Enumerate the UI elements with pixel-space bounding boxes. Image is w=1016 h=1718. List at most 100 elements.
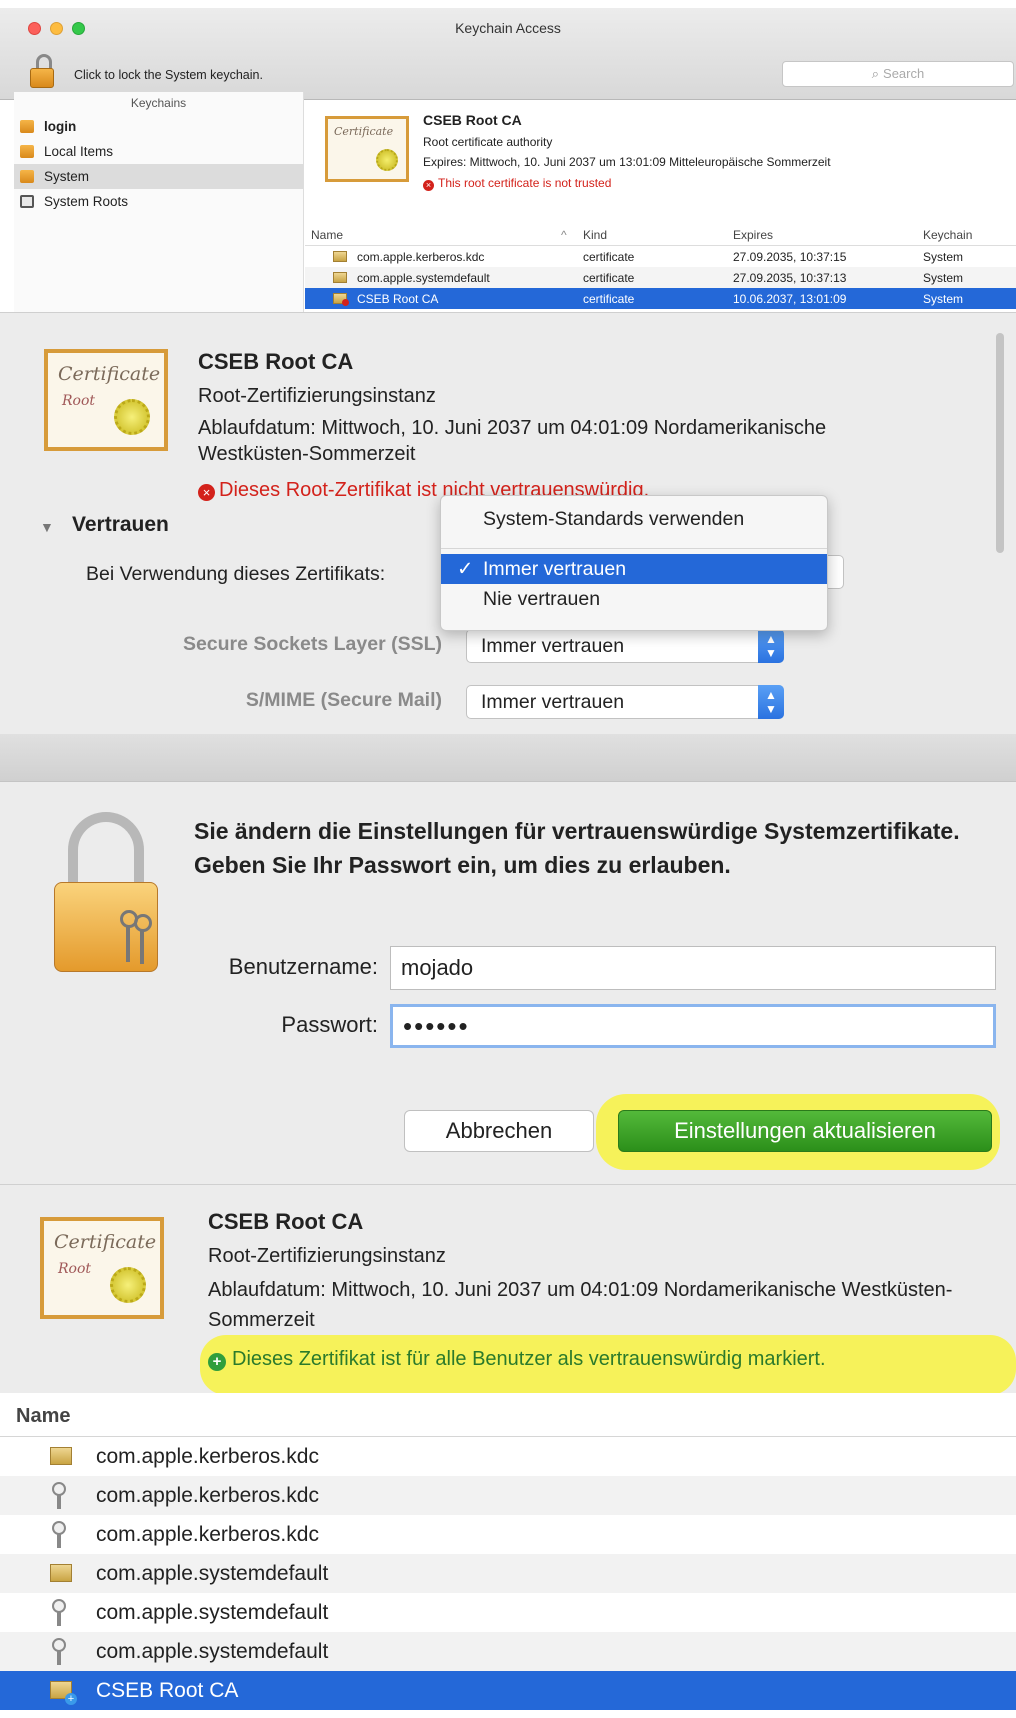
- menu-item-always-trust[interactable]: ✓ Immer vertrauen: [441, 554, 827, 584]
- certificate-script-root: Root: [62, 393, 96, 409]
- search-input[interactable]: ⌕ Search: [782, 61, 1014, 87]
- list-item[interactable]: com.apple.systemdefault: [0, 1632, 1016, 1671]
- certificate-title: CSEB Root CA: [423, 112, 522, 128]
- certificates-list: com.apple.kerberos.kdc com.apple.kerbero…: [0, 1437, 1016, 1710]
- lock-keychain-icon[interactable]: [30, 54, 54, 90]
- column-header-expires[interactable]: Expires: [733, 228, 773, 242]
- keychains-sidebar: Keychains login Local Items System Syste…: [14, 92, 304, 312]
- certificate-expires: Expires: Mittwoch, 10. Juni 2037 um 13:0…: [423, 155, 831, 169]
- list-item-label: com.apple.systemdefault: [96, 1601, 329, 1624]
- column-header-kind[interactable]: Kind: [583, 228, 607, 242]
- list-item[interactable]: com.apple.kerberos.kdc: [0, 1437, 1016, 1476]
- keychains-header: Keychains: [130, 96, 187, 110]
- popup-arrows-icon: ▲ ▼: [758, 685, 784, 719]
- cell-kind: certificate: [583, 292, 635, 306]
- error-icon: ×: [198, 484, 215, 501]
- sidebar-item-local-items[interactable]: Local Items: [14, 139, 303, 164]
- certificate-summary: Certificate CSEB Root CA Root certificat…: [305, 100, 1016, 224]
- certificate-icon: Certificate: [325, 116, 409, 182]
- smime-popup-value: Immer vertrauen: [481, 691, 625, 713]
- sidebar-item-label: System Roots: [44, 194, 129, 209]
- cell-expires: 10.06.2037, 13:01:09: [733, 292, 847, 306]
- column-header-keychain[interactable]: Keychain: [923, 228, 972, 242]
- cell-keychain: System: [923, 292, 964, 306]
- list-item-label: com.apple.systemdefault: [96, 1640, 329, 1663]
- menu-item-never-trust[interactable]: Nie vertrauen: [441, 584, 827, 614]
- menu-separator: [441, 548, 827, 549]
- certificate-icon: [50, 1447, 72, 1465]
- sidebar-item-login[interactable]: login: [14, 114, 303, 139]
- table-row[interactable]: com.apple.systemdefault certificate 27.0…: [305, 267, 1016, 288]
- key-icon: [52, 1599, 66, 1627]
- table-row[interactable]: com.apple.kerberos.kdc certificate 27.09…: [305, 246, 1016, 267]
- password-dialog: Sie ändern die Einstellungen für vertrau…: [0, 734, 1016, 1184]
- certificate-plus-icon: [50, 1681, 77, 1705]
- key-icon: [52, 1638, 66, 1666]
- certificate-icon: Certificate Root: [40, 1217, 164, 1319]
- certificates-table: Name ^ Kind Expires Keychain com.apple.k…: [305, 224, 1016, 309]
- certificate-warning: × This root certificate is not trusted: [423, 176, 611, 191]
- table-row-selected[interactable]: CSEB Root CA certificate 10.06.2037, 13:…: [305, 288, 1016, 309]
- list-item[interactable]: com.apple.kerberos.kdc: [0, 1476, 1016, 1515]
- title-bar: Keychain Access Click to lock the System…: [0, 8, 1016, 100]
- search-placeholder: Search: [883, 66, 925, 81]
- certificate-subtitle: Root-Zertifizierungsinstanz: [198, 385, 436, 407]
- smime-popup[interactable]: Immer vertrauen ▲ ▼: [466, 685, 784, 719]
- cell-expires: 27.09.2035, 10:37:13: [733, 271, 847, 285]
- checkmark-icon: ✓: [457, 558, 474, 580]
- trust-section-heading[interactable]: Vertrauen: [72, 513, 169, 537]
- ssl-popup[interactable]: Immer vertrauen ▲ ▼: [466, 629, 784, 663]
- lock-icon: [20, 170, 34, 183]
- popup-arrows-icon: ▲ ▼: [758, 629, 784, 663]
- error-icon: ×: [423, 180, 434, 191]
- cancel-button[interactable]: Abbrechen: [404, 1110, 594, 1152]
- cell-name: com.apple.kerberos.kdc: [357, 250, 485, 264]
- update-settings-button[interactable]: Einstellungen aktualisieren: [618, 1110, 992, 1152]
- column-header-name[interactable]: Name: [311, 228, 343, 242]
- dialog-title-bar: [0, 734, 1016, 782]
- certificate-icon: [333, 272, 347, 283]
- list-item[interactable]: com.apple.systemdefault: [0, 1554, 1016, 1593]
- lock-keychain-label: Click to lock the System keychain.: [74, 68, 263, 82]
- password-label: Passwort:: [281, 1012, 378, 1037]
- certificate-title: CSEB Root CA: [208, 1209, 364, 1234]
- column-header-name[interactable]: Name: [0, 1393, 1016, 1437]
- list-item[interactable]: com.apple.systemdefault: [0, 1593, 1016, 1632]
- window-title: Keychain Access: [455, 20, 561, 36]
- disclosure-triangle-icon[interactable]: ▼: [40, 519, 54, 535]
- ssl-popup-value: Immer vertrauen: [481, 635, 625, 657]
- certificate-subtitle: Root-Zertifizierungsinstanz: [208, 1245, 446, 1267]
- password-field[interactable]: ••••••: [390, 1004, 996, 1048]
- sidebar-item-system-roots[interactable]: System Roots: [14, 189, 303, 214]
- username-field[interactable]: mojado: [390, 946, 996, 990]
- sidebar-item-label: login: [44, 119, 77, 134]
- ssl-label: Secure Sockets Layer (SSL): [182, 633, 442, 655]
- folder-icon: [20, 195, 34, 208]
- check-circle-icon: +: [208, 1353, 226, 1371]
- menu-item-use-system-defaults[interactable]: System-Standards verwenden: [441, 504, 827, 534]
- lock-open-icon: [20, 145, 34, 158]
- trust-dropdown-menu: System-Standards verwenden ✓ Immer vertr…: [440, 495, 828, 631]
- certificate-icon: [50, 1564, 72, 1582]
- padlock-icon: [54, 812, 158, 974]
- scroll-thumb[interactable]: [996, 333, 1004, 553]
- list-item-label: CSEB Root CA: [96, 1679, 239, 1702]
- smime-label: S/MIME (Secure Mail): [245, 689, 442, 711]
- list-item-label: com.apple.systemdefault: [96, 1562, 329, 1585]
- sort-indicator-icon: ^: [561, 228, 567, 242]
- list-item-label: com.apple.kerberos.kdc: [96, 1445, 319, 1468]
- sidebar-item-system[interactable]: System: [14, 164, 303, 189]
- keys-icon: [116, 908, 156, 968]
- list-item-selected[interactable]: CSEB Root CA: [0, 1671, 1016, 1710]
- certificate-summary: Certificate Root CSEB Root CA Root-Zerti…: [0, 1185, 1016, 1395]
- key-icon: [52, 1482, 66, 1510]
- lock-open-icon: [20, 120, 34, 133]
- scrollbar[interactable]: [994, 325, 1006, 725]
- trusted-result-panel: Certificate Root CSEB Root CA Root-Zerti…: [0, 1184, 1016, 1718]
- certificate-subtitle: Root certificate authority: [423, 135, 553, 149]
- list-item-label: com.apple.kerberos.kdc: [96, 1523, 319, 1546]
- list-item[interactable]: com.apple.kerberos.kdc: [0, 1515, 1016, 1554]
- certificate-title: CSEB Root CA: [198, 349, 354, 374]
- cell-keychain: System: [923, 271, 964, 285]
- certificate-script-text: Certificate: [334, 125, 394, 138]
